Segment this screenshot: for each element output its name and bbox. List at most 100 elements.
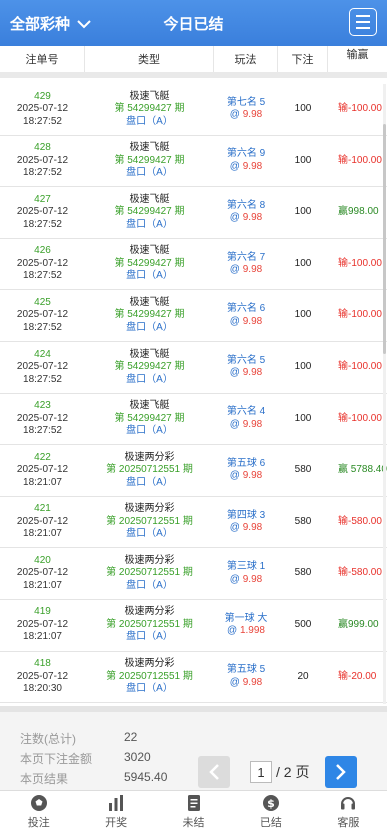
cell-play: 第六名 4 @ 9.98 — [214, 394, 278, 445]
table-row[interactable]: 421 2025-07-12 18:21:07 极速两分彩第 20250712551 … — [0, 497, 387, 549]
cell-type: 极速两分彩第 20250712551 期盘口（A） — [85, 652, 214, 703]
cell-type: 极速飞艇第 54299427 期盘口（A） — [85, 84, 214, 135]
win-loss: 输-20.00 — [338, 670, 377, 682]
market: 盘口（A） — [126, 683, 173, 695]
tab-label: 未结 — [182, 817, 205, 829]
chevron-left-icon — [209, 764, 219, 780]
cell-bet-id: 426 2025-07-12 18:27:52 — [0, 239, 85, 290]
tab-label: 投注 — [27, 817, 50, 829]
tab-settled[interactable]: $ 已结 — [232, 791, 309, 833]
lottery-type: 极速飞艇 — [129, 400, 170, 412]
period: 第 54299427 期 — [114, 412, 185, 424]
market: 盘口（A） — [126, 579, 173, 591]
table-row[interactable]: 425 2025-07-12 18:27:52 极速飞艇第 54299427 期盘口（… — [0, 290, 387, 342]
cell-bet-id: 418 2025-07-12 18:20:30 — [0, 652, 85, 703]
tab-draw[interactable]: 开奖 — [77, 791, 154, 833]
cell-type: 极速飞艇第 54299427 期盘口（A） — [85, 290, 214, 341]
bet-date: 2025-07-12 — [16, 412, 69, 424]
cell-bet-id: 420 2025-07-12 18:21:07 — [0, 548, 85, 599]
play: 第六名 9 — [226, 148, 266, 160]
market: 盘口（A） — [126, 528, 173, 540]
period: 第 20250712551 期 — [106, 670, 193, 682]
scrollbar[interactable] — [383, 84, 386, 704]
play: 第七名 5 — [226, 96, 266, 108]
bet-date: 2025-07-12 — [16, 103, 69, 115]
tab-bet[interactable]: 投注 — [0, 791, 77, 833]
cell-result: 赢998.00 — [328, 187, 387, 238]
play: 第一球 大 — [224, 612, 268, 624]
tab-support[interactable]: 客服 — [310, 791, 387, 833]
lottery-type: 极速两分彩 — [124, 606, 175, 618]
next-page-button[interactable] — [325, 756, 358, 788]
bet-amount-label: 本页下注金额 — [20, 752, 93, 766]
table-row[interactable]: 419 2025-07-12 18:21:07 极速两分彩第 20250712551 … — [0, 600, 387, 652]
table-row[interactable]: 424 2025-07-12 18:27:52 极速飞艇第 54299427 期盘口（… — [0, 342, 387, 394]
table-row[interactable]: 422 2025-07-12 18:21:07 极速两分彩第 20250712551 … — [0, 445, 387, 497]
cell-play: 第三球 1 @ 9.98 — [214, 548, 278, 599]
bet-date: 2025-07-12 — [16, 309, 69, 321]
cell-type: 极速飞艇第 54299427 期盘口（A） — [85, 394, 214, 445]
odds-value: 9.98 — [242, 212, 263, 224]
odds-value: 9.98 — [242, 676, 263, 688]
bet-time: 18:27:52 — [23, 167, 62, 179]
scrollbar-thumb[interactable] — [383, 124, 386, 354]
bet-time: 18:27:52 — [23, 270, 62, 282]
table-row[interactable]: 429 2025-07-12 18:27:52 极速飞艇第 54299427 期盘口（… — [0, 84, 387, 136]
col-header-type: 类型 — [85, 46, 214, 72]
bet-id: 421 — [34, 503, 51, 515]
odds-value: 9.98 — [242, 573, 263, 585]
market: 盘口（A） — [126, 218, 173, 230]
bet-time: 18:27:52 — [23, 425, 62, 437]
bet-amount: 580 — [294, 464, 312, 476]
table-row[interactable]: 418 2025-07-12 18:20:30 极速两分彩第 20250712551 … — [0, 652, 387, 704]
cell-bet-id: 428 2025-07-12 18:27:52 — [0, 136, 85, 187]
count-label: 注数(总计) — [20, 732, 76, 746]
win-loss: 赢 5788.40 — [338, 464, 387, 476]
cell-result: 输-100.00 — [328, 290, 387, 341]
lottery-type: 极速飞艇 — [129, 142, 170, 154]
bet-time: 18:20:30 — [23, 683, 62, 695]
cell-type: 极速飞艇第 54299427 期盘口（A） — [85, 187, 214, 238]
table-row[interactable]: 423 2025-07-12 18:27:52 极速飞艇第 54299427 期盘口（… — [0, 394, 387, 446]
table-header: 注单号 类型 玩法 下注 输赢 — [0, 46, 387, 78]
table-row[interactable]: 428 2025-07-12 18:27:52 极速飞艇第 54299427 期盘口（… — [0, 136, 387, 188]
odds-value: 9.98 — [242, 522, 263, 534]
period: 第 20250712551 期 — [106, 515, 193, 527]
bet-time: 18:21:07 — [23, 528, 62, 540]
ball-icon — [30, 795, 47, 811]
odds: @ 9.98 — [229, 264, 263, 276]
table-row[interactable]: 427 2025-07-12 18:27:52 极速飞艇第 54299427 期盘口（… — [0, 187, 387, 239]
cell-type: 极速两分彩第 20250712551 期盘口（A） — [85, 600, 214, 651]
cell-amount: 100 — [278, 342, 328, 393]
period: 第 20250712551 期 — [106, 618, 193, 630]
odds: @ 1.998 — [227, 625, 265, 637]
table-row[interactable]: 426 2025-07-12 18:27:52 极速飞艇第 54299427 期盘口（… — [0, 239, 387, 291]
cell-bet-id: 429 2025-07-12 18:27:52 — [0, 84, 85, 135]
play: 第六名 4 — [226, 406, 266, 418]
market: 盘口（A） — [126, 373, 173, 385]
tab-unsettled[interactable]: 未结 — [155, 791, 232, 833]
page-number-input[interactable]: 1 — [250, 761, 272, 783]
lottery-type: 极速飞艇 — [129, 296, 170, 308]
bet-table[interactable]: 429 2025-07-12 18:27:52 极速飞艇第 54299427 期盘口（… — [0, 84, 387, 704]
menu-button[interactable] — [349, 8, 377, 36]
cell-result: 输-100.00 — [328, 342, 387, 393]
cell-result: 输-580.00 — [328, 548, 387, 599]
win-loss: 输-100.00 — [338, 412, 382, 424]
prev-page-button[interactable] — [198, 756, 230, 788]
bet-date: 2025-07-12 — [16, 670, 69, 682]
cell-type: 极速飞艇第 54299427 期盘口（A） — [85, 136, 214, 187]
cell-amount: 100 — [278, 187, 328, 238]
bet-amount: 500 — [294, 618, 312, 630]
bet-amount: 580 — [294, 515, 312, 527]
bet-id: 418 — [34, 658, 51, 670]
cell-play: 第六名 6 @ 9.98 — [214, 290, 278, 341]
play: 第六名 6 — [226, 303, 266, 315]
cell-amount: 100 — [278, 394, 328, 445]
table-row[interactable]: 420 2025-07-12 18:21:07 极速两分彩第 20250712551 … — [0, 548, 387, 600]
lottery-selector[interactable]: 全部彩种 — [10, 13, 92, 34]
page-result-label: 本页结果 — [20, 772, 69, 786]
page-total: / 2 页 — [276, 764, 310, 780]
period: 第 54299427 期 — [114, 361, 185, 373]
bet-amount: 100 — [294, 412, 312, 424]
